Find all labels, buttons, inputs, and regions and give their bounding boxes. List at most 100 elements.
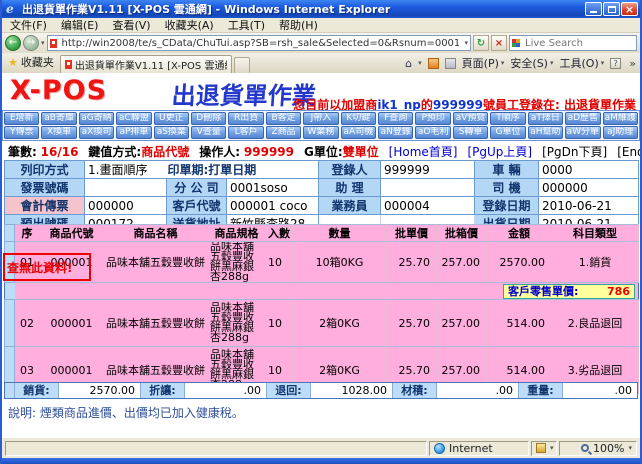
- toolbar-button[interactable]: L客戶: [228, 126, 263, 139]
- overflow-chevron-icon[interactable]: »: [629, 57, 636, 70]
- toolbar-button[interactable]: aW分單: [565, 126, 600, 139]
- order-header-form: 列印方式 1.畫面順序印單期:打單日期 登錄人 999999 車 輛 0000 …: [4, 160, 639, 233]
- toolbar-button[interactable]: S轉單: [453, 126, 488, 139]
- menu-item-edit[interactable]: 编辑(E): [61, 17, 99, 33]
- toolbar-button[interactable]: R出貨: [228, 112, 263, 125]
- col-spec: 商品規格: [208, 225, 266, 242]
- toolbar-button[interactable]: aP排車: [116, 126, 151, 139]
- toolbar-button[interactable]: D刪除: [191, 112, 226, 125]
- menu-item-view[interactable]: 查看(V): [112, 17, 150, 33]
- toolbar-button[interactable]: aG寄納: [79, 112, 114, 125]
- search-input[interactable]: [523, 37, 642, 50]
- toolbar-button[interactable]: X換車: [41, 126, 76, 139]
- toolbar-button[interactable]: K切鍵: [341, 112, 376, 125]
- menu-item-file[interactable]: 文件(F): [10, 17, 47, 33]
- toolbar-button[interactable]: G單位: [490, 126, 525, 139]
- back-button[interactable]: ←: [5, 35, 21, 51]
- toolbar-button[interactable]: E增新: [4, 112, 39, 125]
- command-page[interactable]: 頁面(P)▾: [462, 55, 505, 71]
- address-dropdown-icon[interactable]: ▾: [464, 39, 468, 47]
- print-mode-value: 1.畫面順序印單期:打單日期: [85, 161, 319, 179]
- live-search-icon: [512, 39, 520, 47]
- new-tab-button[interactable]: [234, 57, 250, 73]
- zoom-magnifier-icon: [581, 444, 589, 452]
- minimize-icon: [590, 11, 597, 13]
- forward-button[interactable]: →: [23, 35, 39, 51]
- command-bar: ⌂ ▾ 頁面(P)▾ 安全(S)▾ 工具(O)▾ ? »: [405, 55, 638, 73]
- toolbar-button[interactable]: aV預覽: [453, 112, 488, 125]
- menu-item-help[interactable]: 帮助(H): [279, 17, 318, 33]
- home-dropdown-icon[interactable]: ▾: [418, 59, 422, 67]
- toolbar-button[interactable]: W業務: [303, 126, 338, 139]
- record-count: 16/16: [41, 145, 79, 159]
- address-bar[interactable]: ▾: [47, 35, 471, 51]
- refresh-button[interactable]: ↻: [473, 35, 489, 51]
- address-input[interactable]: [60, 37, 462, 50]
- toolbar-button[interactable]: aO毛利: [415, 126, 450, 139]
- key-mode: 商品代號: [141, 145, 189, 159]
- col-units: 入數: [266, 225, 293, 242]
- toolbar-button[interactable]: aH幫助: [528, 126, 563, 139]
- toolbar-button[interactable]: F查詢: [378, 112, 413, 125]
- toolbar-button[interactable]: B客定: [266, 112, 301, 125]
- command-tools[interactable]: 工具(O)▾: [560, 55, 605, 71]
- volume-label: 材積:: [393, 383, 437, 398]
- chevron-down-icon[interactable]: ▾: [550, 444, 554, 452]
- table-row[interactable]: 01 000001 品味本舖五穀豐收餅 品味本舖五穀豐收餅黑麻銀杏288g 10…: [5, 242, 639, 283]
- toolbar-button[interactable]: aB寄庫: [41, 112, 76, 125]
- return-label: 退回:: [267, 383, 311, 398]
- close-button[interactable]: ×: [621, 2, 638, 16]
- key-home[interactable]: [Home首頁]: [389, 143, 458, 160]
- retail-price-box: 客戶零售單價: 786: [503, 284, 635, 299]
- assistant-label: 助 理: [319, 179, 381, 197]
- stop-button[interactable]: ×: [491, 35, 507, 51]
- voucher-value: 000000: [85, 197, 167, 215]
- favorites-button[interactable]: ★ 收藏夹: [4, 54, 60, 73]
- print-icon[interactable]: [445, 58, 456, 69]
- toolbar-button[interactable]: Y傳票: [4, 126, 39, 139]
- maximize-button[interactable]: [603, 2, 620, 16]
- xpos-logo: X-POS: [10, 75, 107, 106]
- home-icon[interactable]: ⌂: [405, 57, 412, 70]
- toolbar-button[interactable]: aT擇日: [528, 112, 563, 125]
- page-note: 說明: 煙類商品進價、出價均已加入健康稅。: [8, 404, 244, 421]
- toolbar-row-2: Y傳票 X換車 aX換司 aP排車 aS換業 V查量 L客戶 Z商品 W業務 a…: [4, 126, 638, 139]
- minimize-button[interactable]: [585, 2, 602, 16]
- help-icon[interactable]: ?: [610, 58, 621, 69]
- toolbar-button[interactable]: T順序: [490, 112, 525, 125]
- search-box[interactable]: ▾: [509, 35, 637, 51]
- toolbar-button[interactable]: aM維護: [603, 112, 638, 125]
- menu-item-tools[interactable]: 工具(T): [228, 17, 265, 33]
- toolbar-button[interactable]: P預印: [415, 112, 450, 125]
- table-row[interactable]: 02 000001 品味本舖五穀豐收餅 品味本舖五穀豐收餅黑麻銀杏288g 10…: [5, 300, 639, 347]
- menu-item-favorites[interactable]: 收藏夹(A): [165, 17, 214, 33]
- key-pgdn: [PgDn下頁]: [542, 143, 607, 160]
- toolbar-button[interactable]: U更正: [154, 112, 189, 125]
- toolbar-button[interactable]: aN登錄: [378, 126, 413, 139]
- toolbar-button[interactable]: Z商品: [266, 126, 301, 139]
- close-icon: ×: [625, 4, 634, 15]
- history-dropdown-icon[interactable]: ▾: [41, 39, 45, 47]
- status-bar: Internet ▾ 100% ▾: [2, 437, 640, 458]
- invoice-label: 發票號碼: [5, 179, 85, 197]
- col-product-code: 商品代號: [40, 225, 104, 242]
- branch-label: 分 公 司: [167, 179, 227, 197]
- protected-mode-icon: [536, 443, 546, 453]
- toolbar-button[interactable]: aC聯盟: [116, 112, 151, 125]
- toolbar-button[interactable]: aA司機: [341, 126, 376, 139]
- zoom-dropdown-icon[interactable]: ▾: [628, 444, 632, 452]
- toolbar-button[interactable]: aJ助理: [603, 126, 638, 139]
- key-pgup[interactable]: [PgUp上頁]: [467, 143, 532, 160]
- tab-active[interactable]: 出退貨單作業V1.11 [X-POS 雲通網]: [60, 55, 232, 73]
- toolbar-button[interactable]: J帶入: [303, 112, 338, 125]
- toolbar-button[interactable]: aS換業: [154, 126, 189, 139]
- security-zone-panel: Internet: [429, 441, 529, 456]
- toolbar-button[interactable]: V查量: [191, 126, 226, 139]
- toolbar-button[interactable]: aX換司: [79, 126, 114, 139]
- discount-value: .00: [185, 383, 267, 398]
- toolbar-button[interactable]: aD歷售: [565, 112, 600, 125]
- salesman-label: 業務員: [319, 197, 381, 215]
- command-safety[interactable]: 安全(S)▾: [510, 55, 553, 71]
- feeds-icon[interactable]: [428, 58, 439, 69]
- zoom-control[interactable]: 100% ▾: [559, 441, 637, 456]
